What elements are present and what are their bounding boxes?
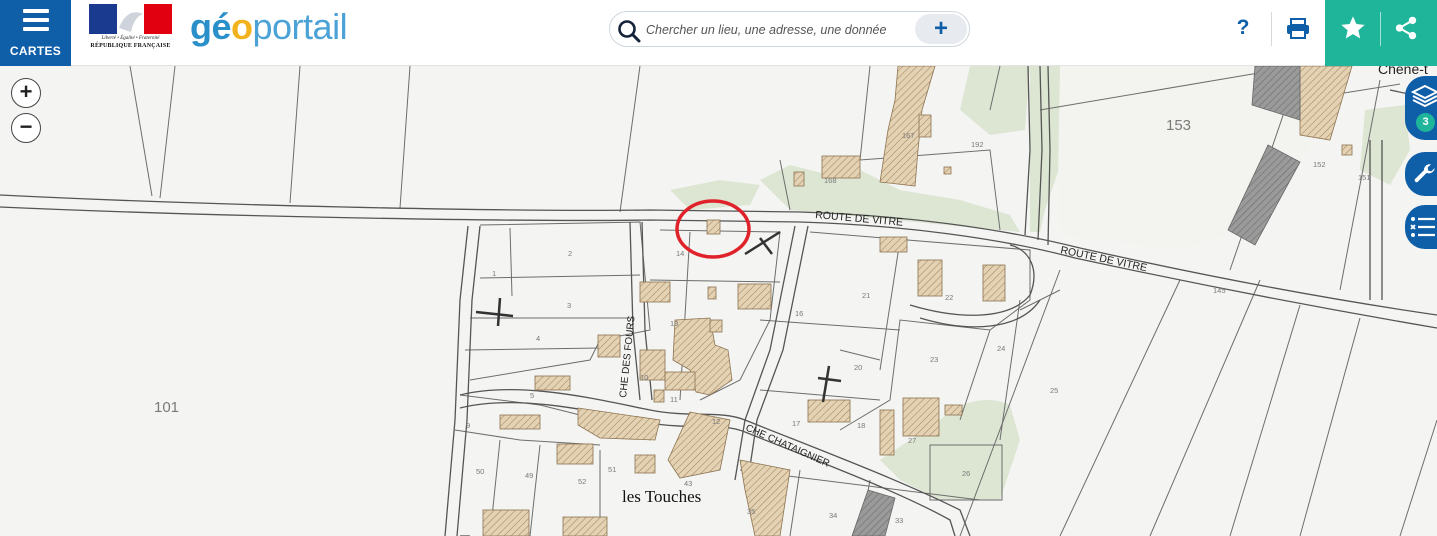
- parcel-number: 17: [792, 419, 800, 428]
- zoom-out-button[interactable]: −: [11, 113, 41, 143]
- parcel-number: 13: [670, 319, 678, 328]
- parcel-number: 152: [1313, 160, 1326, 169]
- parcel-label-153: 153: [1166, 117, 1191, 134]
- legend-button[interactable]: [1405, 205, 1437, 249]
- parcel-number: 43: [684, 479, 692, 488]
- parcel-number: 3: [567, 301, 571, 310]
- parcel-number: 12: [712, 417, 720, 426]
- parcel-number: 151: [1358, 173, 1371, 182]
- top-header: CARTES Liberté • Égalité • Fraternité RÉ…: [0, 0, 1437, 66]
- star-icon[interactable]: [1339, 14, 1367, 42]
- search-input[interactable]: [646, 19, 916, 41]
- layers-button[interactable]: 3: [1405, 76, 1437, 140]
- parcel-number: 16: [795, 309, 803, 318]
- republique-francaise-logo: Liberté • Égalité • Fraternité RÉPUBLIQU…: [89, 4, 173, 60]
- wrench-icon: [1414, 164, 1435, 183]
- menu-icon: [23, 9, 49, 36]
- help-icon[interactable]: ?: [1231, 16, 1255, 40]
- parcel-number: 18: [857, 421, 865, 430]
- header-divider: [1271, 12, 1272, 46]
- print-icon[interactable]: [1286, 18, 1310, 40]
- parcel-number: 168: [824, 176, 837, 185]
- search-icon[interactable]: [616, 18, 642, 44]
- parcel-number: 49: [525, 471, 533, 480]
- parcel-number: 22: [945, 293, 953, 302]
- layers-icon: [1411, 84, 1437, 108]
- parcel-number: 26: [962, 469, 970, 478]
- parcel-number: 5: [530, 391, 534, 400]
- parcel-number: 14: [676, 249, 684, 258]
- parcel-number: 167: [902, 131, 915, 140]
- cadastral-map[interactable]: ROUTE DE VITRE ROUTE DE VITRE CHE DES FO…: [0, 0, 1437, 536]
- parcel-number: 35: [747, 507, 755, 516]
- legend-list-icon: [1410, 217, 1435, 237]
- cartes-menu-label: CARTES: [9, 44, 62, 58]
- parcel-number: 51: [608, 465, 616, 474]
- tools-button[interactable]: [1405, 152, 1437, 196]
- parcel-number: 9: [466, 421, 470, 430]
- parcel-number: 21: [862, 291, 870, 300]
- geoportail-brand[interactable]: géoportail: [190, 6, 348, 48]
- logo-republic: RÉPUBLIQUE FRANÇAISE: [90, 43, 171, 49]
- brand-geo-part2: o: [231, 6, 253, 47]
- parcel-number: 4: [536, 334, 540, 343]
- plus-icon[interactable]: +: [915, 14, 967, 44]
- logo-motto: Liberté • Égalité • Fraternité: [101, 36, 160, 41]
- parcel-number: 10: [640, 373, 648, 382]
- place-name-les-touches: les Touches: [622, 487, 701, 506]
- parcel-label-101: 101: [154, 399, 179, 416]
- parcel-number: 1: [492, 269, 496, 278]
- parcel-number: 33: [895, 516, 903, 525]
- parcel-number: 2: [568, 249, 572, 258]
- parcel-number: 52: [578, 477, 586, 486]
- zoom-in-button[interactable]: +: [11, 78, 41, 108]
- share-icon[interactable]: [1393, 15, 1419, 41]
- cartes-menu-button[interactable]: CARTES: [0, 0, 71, 66]
- favorites-share-panel: [1325, 0, 1437, 66]
- marianne-flag: [89, 4, 173, 34]
- parcel-number: 23: [930, 355, 938, 364]
- brand-geo-part1: gé: [190, 6, 232, 47]
- geoportail-app: ROUTE DE VITRE ROUTE DE VITRE CHE DES FO…: [0, 0, 1437, 536]
- parcel-number: 145: [1213, 286, 1226, 295]
- teal-divider: [1380, 12, 1381, 46]
- parcel-number: 192: [971, 140, 984, 149]
- search-bar: +: [609, 11, 970, 47]
- parcel-number: 20: [854, 363, 862, 372]
- parcel-number: 34: [829, 511, 837, 520]
- parcel-number: 24: [997, 344, 1005, 353]
- parcel-number: 27: [908, 436, 916, 445]
- parcel-number: 50: [476, 467, 484, 476]
- brand-rest: portail: [252, 6, 348, 47]
- layer-count-badge: 3: [1416, 113, 1435, 132]
- parcel-number: 11: [670, 395, 678, 404]
- parcel-number: 25: [1050, 386, 1058, 395]
